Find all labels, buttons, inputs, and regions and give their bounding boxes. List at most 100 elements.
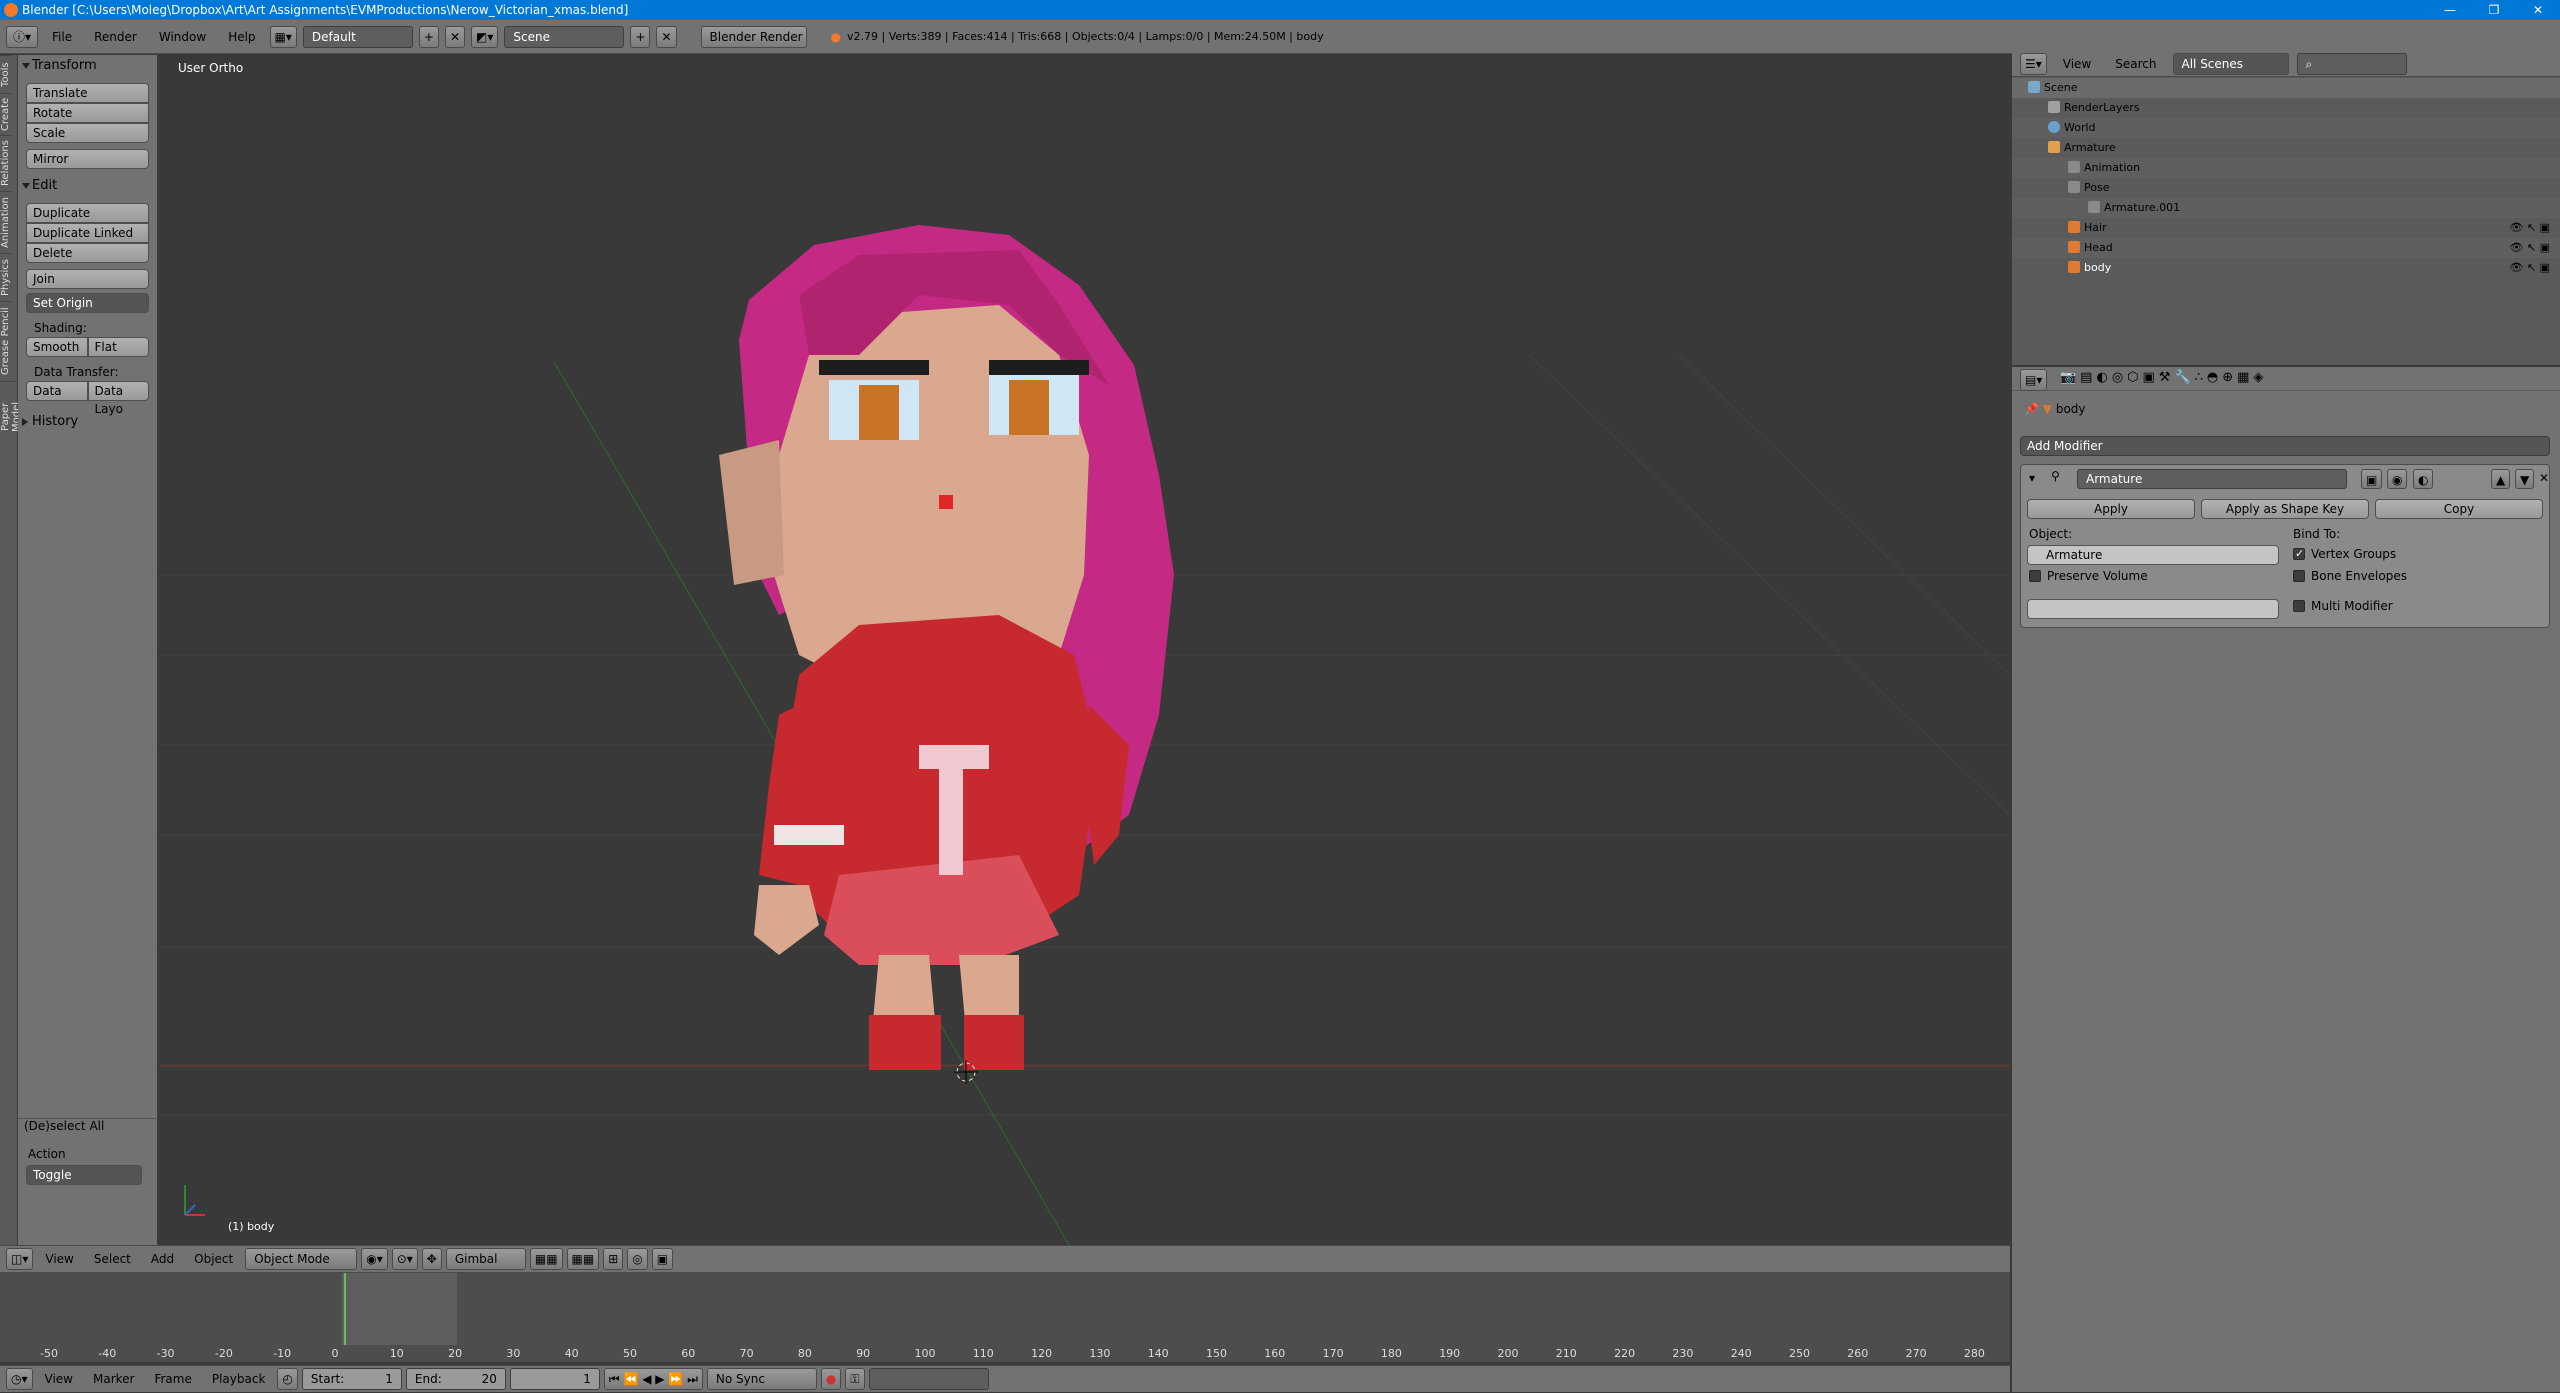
sync-select[interactable]: No Sync: [706, 1368, 817, 1390]
vertex-group-field[interactable]: [2027, 599, 2279, 619]
keying-set-field[interactable]: [868, 1368, 989, 1390]
tab-relations[interactable]: Relations: [0, 135, 11, 191]
pin-icon[interactable]: 📌: [2024, 402, 2039, 416]
delete-button[interactable]: Delete: [26, 243, 149, 263]
editor-type-button[interactable]: ☰▾: [2020, 52, 2047, 75]
mode-select[interactable]: Object Mode: [245, 1248, 358, 1270]
keying-set-icon[interactable]: ⚿: [845, 1368, 865, 1390]
menu-view[interactable]: View: [37, 1366, 81, 1393]
outliner-row-armature[interactable]: Armature: [2012, 138, 2560, 158]
current-frame-line[interactable]: [344, 1273, 346, 1353]
action-select[interactable]: Toggle: [26, 1165, 142, 1185]
menu-window[interactable]: Window: [151, 20, 214, 54]
add-modifier-select[interactable]: Add Modifier: [2020, 436, 2550, 456]
modifier-name-field[interactable]: Armature: [2077, 469, 2347, 489]
render-toggle-icon[interactable]: ◐: [2413, 469, 2434, 489]
layers-icon[interactable]: ▦▦: [566, 1248, 600, 1270]
viewport-shading-icon[interactable]: ◉▾: [361, 1248, 388, 1270]
menu-file[interactable]: File: [44, 20, 80, 54]
add-layout-button[interactable]: +: [418, 25, 439, 48]
3d-viewport[interactable]: [159, 55, 2010, 1245]
menu-search[interactable]: Search: [2107, 51, 2164, 77]
start-frame-field[interactable]: Start: 1: [301, 1368, 402, 1390]
history-panel-header[interactable]: History: [18, 411, 157, 433]
current-frame-field[interactable]: 1: [509, 1368, 600, 1390]
data-layout-transfer-button[interactable]: Data Layo: [87, 381, 149, 416]
apply-button[interactable]: Apply: [2027, 499, 2195, 519]
copy-button[interactable]: Copy: [2375, 499, 2543, 519]
edit-panel-header[interactable]: Edit: [18, 175, 157, 197]
multi-modifier-checkbox[interactable]: Multi Modifier: [2293, 599, 2393, 613]
realtime-toggle-icon[interactable]: ◉: [2387, 469, 2408, 489]
editor-type-button[interactable]: ◫▾: [6, 1248, 34, 1270]
set-origin-select[interactable]: Set Origin: [26, 293, 149, 313]
outliner-row-world[interactable]: World: [2012, 118, 2560, 138]
remove-layout-button[interactable]: ✕: [444, 25, 466, 48]
visibility-icons[interactable]: 👁 ↖ ▣: [2509, 238, 2550, 258]
duplicate-linked-button[interactable]: Duplicate Linked: [26, 223, 149, 243]
context-tab-icons[interactable]: 📷▤◐◎⬡▣⚒🔧∴◓⊕▦◈: [2060, 370, 2267, 385]
tab-animation[interactable]: Animation: [0, 191, 11, 253]
outliner-row-body[interactable]: body 👁 ↖ ▣: [2012, 258, 2560, 278]
smooth-button[interactable]: Smooth: [26, 337, 88, 357]
menu-view[interactable]: View: [37, 1245, 81, 1273]
editor-type-button[interactable]: ◷▾: [6, 1368, 33, 1390]
minimize-button[interactable]: —: [2428, 0, 2472, 20]
pivot-point-icon[interactable]: ⊙▾: [391, 1248, 418, 1270]
menu-help[interactable]: Help: [220, 20, 263, 54]
remove-scene-button[interactable]: ✕: [656, 25, 677, 48]
apply-as-shape-key-button[interactable]: Apply as Shape Key: [2201, 499, 2369, 519]
vertex-groups-checkbox[interactable]: Vertex Groups: [2293, 547, 2396, 561]
menu-add[interactable]: Add: [143, 1245, 182, 1273]
maximize-button[interactable]: ❐: [2472, 0, 2516, 20]
editor-type-button[interactable]: ▤▾: [2020, 369, 2048, 391]
menu-playback[interactable]: Playback: [204, 1366, 274, 1393]
data-transfer-button[interactable]: Data: [26, 381, 88, 401]
outliner-row-armature-data[interactable]: Armature.001: [2012, 198, 2560, 218]
manipulator-icon[interactable]: ✥: [421, 1248, 442, 1270]
preview-range-icon[interactable]: ◴: [277, 1368, 298, 1390]
duplicate-button[interactable]: Duplicate: [26, 203, 149, 223]
outliner-row-animation[interactable]: Animation: [2012, 158, 2560, 178]
layout-field[interactable]: Default: [302, 25, 413, 48]
outliner-row-hair[interactable]: Hair 👁 ↖ ▣: [2012, 218, 2560, 238]
snap-icon[interactable]: ⊞: [603, 1248, 624, 1270]
tab-grease-pencil[interactable]: Grease Pencil: [0, 301, 11, 381]
tab-create[interactable]: Create: [0, 93, 11, 135]
transform-panel-header[interactable]: Transform: [18, 55, 157, 77]
add-scene-button[interactable]: +: [630, 25, 651, 48]
render-icon[interactable]: ▣: [651, 1248, 674, 1270]
translate-button[interactable]: Translate: [26, 83, 149, 103]
orientation-select[interactable]: Gimbal: [445, 1248, 526, 1270]
viewport-canvas[interactable]: [159, 55, 2010, 1245]
outliner-row-renderlayers[interactable]: RenderLayers: [2012, 98, 2560, 118]
outliner-row-pose[interactable]: Pose: [2012, 178, 2560, 198]
preserve-volume-checkbox[interactable]: Preserve Volume: [2029, 569, 2148, 583]
display-mode-select[interactable]: All Scenes: [2172, 52, 2289, 75]
flat-button[interactable]: Flat: [87, 337, 149, 357]
bone-envelopes-checkbox[interactable]: Bone Envelopes: [2293, 569, 2407, 583]
menu-select[interactable]: Select: [86, 1245, 139, 1273]
visibility-icons[interactable]: 👁 ↖ ▣: [2509, 258, 2550, 278]
join-button[interactable]: Join: [26, 269, 149, 289]
menu-marker[interactable]: Marker: [85, 1366, 142, 1393]
record-icon[interactable]: ●: [820, 1368, 842, 1390]
tab-tools[interactable]: Tools: [0, 55, 11, 93]
scale-button[interactable]: Scale: [26, 123, 149, 143]
scene-field[interactable]: Scene: [504, 25, 625, 48]
remove-modifier-icon[interactable]: ✕: [2539, 471, 2549, 485]
menu-view[interactable]: View: [2055, 51, 2099, 77]
tab-physics[interactable]: Physics: [0, 253, 11, 301]
render-engine-select[interactable]: Blender Render: [700, 25, 807, 48]
object-field[interactable]: Armature: [2027, 545, 2279, 565]
mirror-button[interactable]: Mirror: [26, 149, 149, 169]
rotate-button[interactable]: Rotate: [26, 103, 149, 123]
outliner-row-head[interactable]: Head 👁 ↖ ▣: [2012, 238, 2560, 258]
outliner-search-input[interactable]: ⌕: [2296, 52, 2407, 75]
operator-panel-title[interactable]: (De)select All: [24, 1119, 104, 1133]
scene-icon[interactable]: ◩▾: [471, 25, 499, 48]
playback-controls[interactable]: ⏮ ⏪ ◀ ▶ ⏩ ⏭: [603, 1368, 703, 1390]
outliner-row-scene[interactable]: Scene: [2012, 78, 2560, 98]
menu-render[interactable]: Render: [86, 20, 145, 54]
proportional-edit-icon[interactable]: ◎: [627, 1248, 648, 1270]
